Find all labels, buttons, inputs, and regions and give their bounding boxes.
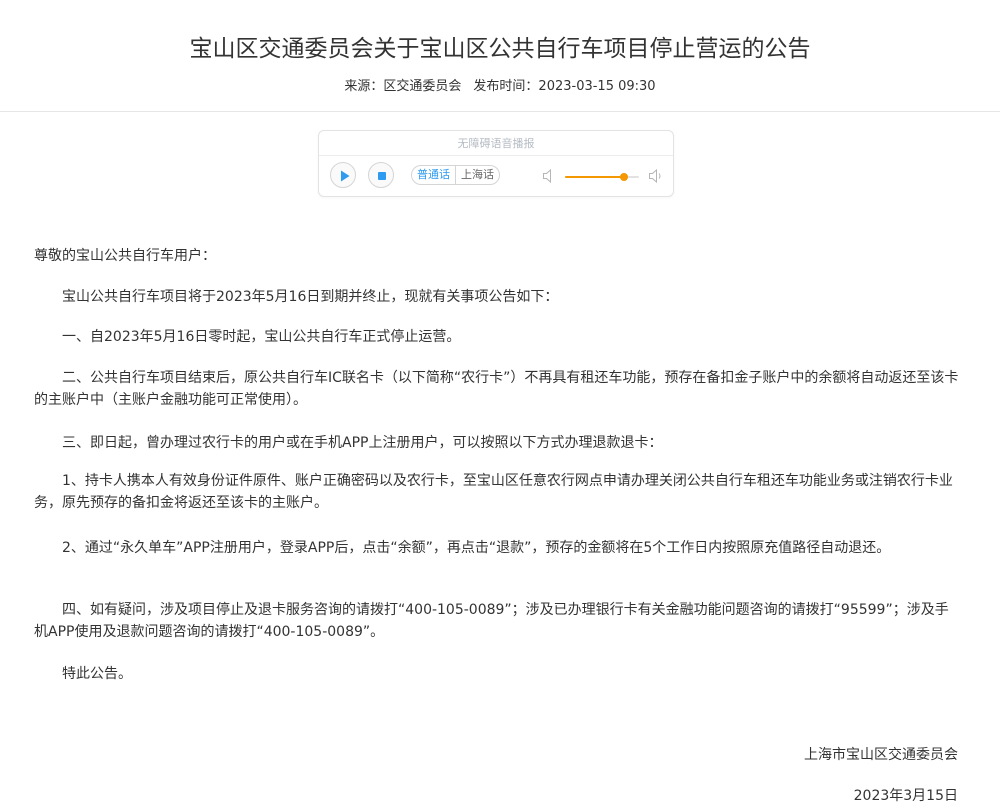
publish-time: 发布时间：2023-03-15 09:30: [473, 79, 656, 94]
play-icon: [341, 170, 350, 182]
paragraph-closing: 特此公告。: [62, 666, 132, 682]
dialect-mandarin[interactable]: 普通话: [412, 166, 455, 184]
article-meta: 来源：区交通委员会 发布时间：2023-03-15 09:30: [0, 78, 1000, 96]
page-title: 宝山区交通委员会关于宝山区公共自行车项目停止营运的公告: [189, 36, 811, 62]
paragraph-intro: 宝山公共自行车项目将于2023年5月16日到期并终止，现就有关事项公告如下：: [62, 289, 559, 305]
volume-up-icon[interactable]: [648, 168, 664, 184]
volume-down-icon[interactable]: [542, 168, 554, 184]
paragraph-method-2: 2、通过“永久单车”APP注册用户，登录APP后，点击“余额”，再点击“退款”，…: [62, 540, 891, 556]
greeting: 尊敬的宝山公共自行车用户：: [34, 248, 216, 264]
volume-fill: [565, 176, 625, 178]
play-button[interactable]: [330, 162, 356, 188]
paragraph-method-1: 1、持卡人携本人有效身份证件原件、账户正确密码以及农行卡，至宝山区任意农行网点申…: [34, 473, 953, 511]
signature: 上海市宝山区交通委员会: [804, 747, 958, 763]
volume-slider[interactable]: [565, 173, 639, 181]
paragraph-item-4: 四、如有疑问，涉及项目停止及退卡服务咨询的请拨打“400-105-0089”；涉…: [34, 602, 949, 640]
stop-icon: [378, 172, 386, 180]
paragraph-item-1: 一、自2023年5月16日零时起，宝山公共自行车正式停止运营。: [62, 329, 461, 345]
paragraph-item-3: 三、即日起，曾办理过农行卡的用户或在手机APP上注册用户，可以按照以下方式办理退…: [62, 435, 663, 451]
signature-date: 2023年3月15日: [853, 788, 958, 804]
paragraph-item-2: 二、公共自行车项目结束后，原公共自行车IC联名卡（以下简称“农行卡”）不再具有租…: [34, 370, 959, 408]
volume-knob[interactable]: [620, 173, 629, 181]
player-label: 无障碍语音播报: [319, 133, 673, 156]
accessibility-audio-player: 无障碍语音播报 普通话 上海话: [318, 130, 674, 197]
dialect-switch: 普通话 上海话: [411, 165, 500, 185]
stop-button[interactable]: [368, 162, 394, 188]
article-header: 宝山区交通委员会关于宝山区公共自行车项目停止营运的公告 来源：区交通委员会 发布时…: [0, 0, 1000, 112]
dialect-shanghainese[interactable]: 上海话: [455, 166, 499, 184]
article-source: 来源：区交通委员会: [344, 79, 462, 94]
